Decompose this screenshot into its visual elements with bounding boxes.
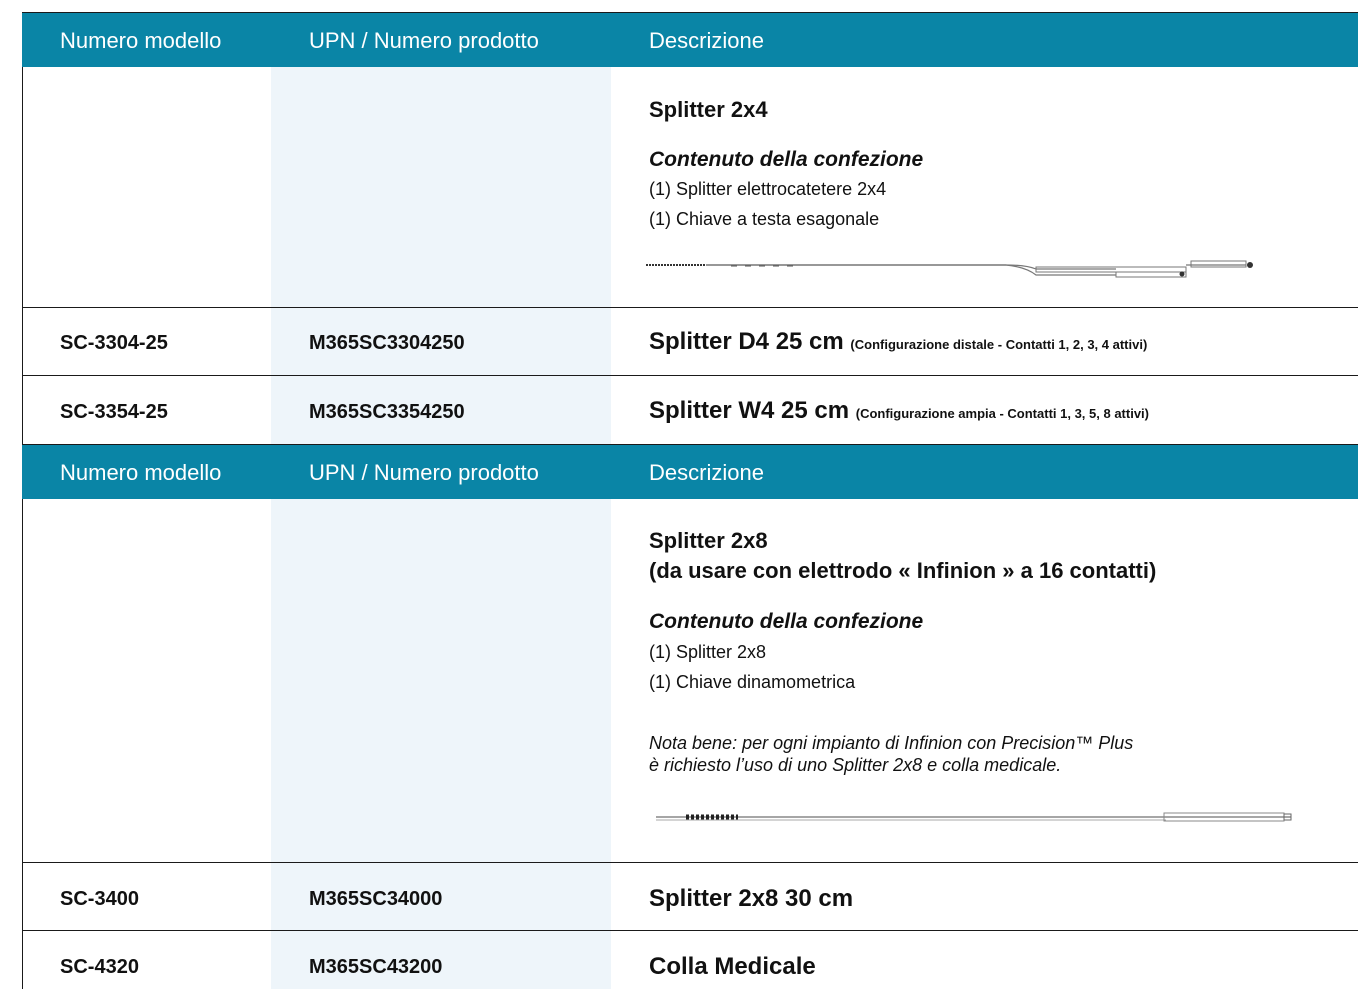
upn-number: M365SC3304250 — [309, 332, 465, 354]
model-number: SC-3400 — [60, 888, 139, 910]
header-upn: UPN / Numero prodotto — [309, 28, 539, 53]
model-number: SC-3354-25 — [60, 401, 168, 423]
product-group-row: Splitter 2x4 Contenuto della confezione … — [22, 67, 1358, 308]
table-header: Numero modello UPN / Numero prodotto Des… — [22, 12, 1358, 67]
product-config-note: (Configurazione ampia - Contatti 1, 3, 5… — [855, 406, 1149, 421]
product-name: Splitter W4 25 cm — [649, 397, 850, 424]
header-upn: UPN / Numero prodotto — [309, 460, 539, 485]
contents-item: (1) Chiave dinamometrica — [649, 672, 856, 692]
upn-number: M365SC34000 — [309, 888, 443, 910]
upn-number: M365SC3354250 — [309, 401, 465, 423]
product-description: Splitter W4 25 cm (Configurazione ampia … — [649, 397, 1149, 425]
table-row: SC-3400 M365SC34000 Splitter 2x8 30 cm — [22, 863, 1358, 931]
contents-heading: Contenuto della confezione — [649, 148, 924, 171]
header-model: Numero modello — [60, 28, 222, 53]
contents-heading: Contenuto della confezione — [649, 610, 924, 633]
header-model: Numero modello — [60, 460, 222, 485]
contents-item: (1) Splitter elettrocatetere 2x4 — [649, 179, 887, 199]
table-row: SC-3304-25 M365SC3304250 Splitter D4 25 … — [22, 308, 1358, 376]
splitter-2x8-diagram-icon — [656, 812, 1292, 822]
usage-note-line: è richiesto l’uso di uno Splitter 2x8 e … — [649, 755, 1062, 775]
product-name: Splitter D4 25 cm — [649, 328, 844, 355]
header-description: Descrizione — [649, 460, 764, 485]
model-number: SC-4320 — [60, 956, 139, 978]
model-number: SC-3304-25 — [60, 332, 168, 354]
header-description: Descrizione — [649, 28, 764, 53]
usage-note: Nota bene: per ogni impianto di Infinion… — [649, 732, 1133, 776]
table-row: SC-4320 M365SC43200 Colla Medicale — [22, 931, 1358, 989]
upn-number: M365SC43200 — [309, 956, 443, 978]
product-title: Splitter 2x4 — [649, 97, 768, 122]
usage-note-line: Nota bene: per ogni impianto di Infinion… — [649, 733, 1134, 753]
product-description: Colla Medicale — [649, 953, 816, 980]
product-title-line: (da usare con elettrodo « Infinion » a 1… — [649, 558, 1157, 583]
product-table: Numero modello UPN / Numero prodotto Des… — [22, 12, 1358, 989]
splitter-2x4-diagram-icon — [646, 260, 1253, 278]
product-config-note: (Configurazione distale - Contatti 1, 2,… — [850, 337, 1148, 352]
product-group-row: Splitter 2x8 (da usare con elettrodo « I… — [22, 499, 1358, 863]
table-header: Numero modello UPN / Numero prodotto Des… — [22, 444, 1358, 499]
contents-item: (1) Chiave a testa esagonale — [649, 209, 880, 229]
contents-item: (1) Splitter 2x8 — [649, 642, 767, 662]
table-row: SC-3354-25 M365SC3354250 Splitter W4 25 … — [22, 376, 1358, 444]
product-title-line: Splitter 2x8 — [649, 528, 768, 553]
product-description: Splitter D4 25 cm (Configurazione distal… — [649, 328, 1147, 356]
product-description: Splitter 2x8 30 cm — [649, 885, 854, 912]
product-title: Splitter 2x8 (da usare con elettrodo « I… — [649, 526, 1156, 586]
